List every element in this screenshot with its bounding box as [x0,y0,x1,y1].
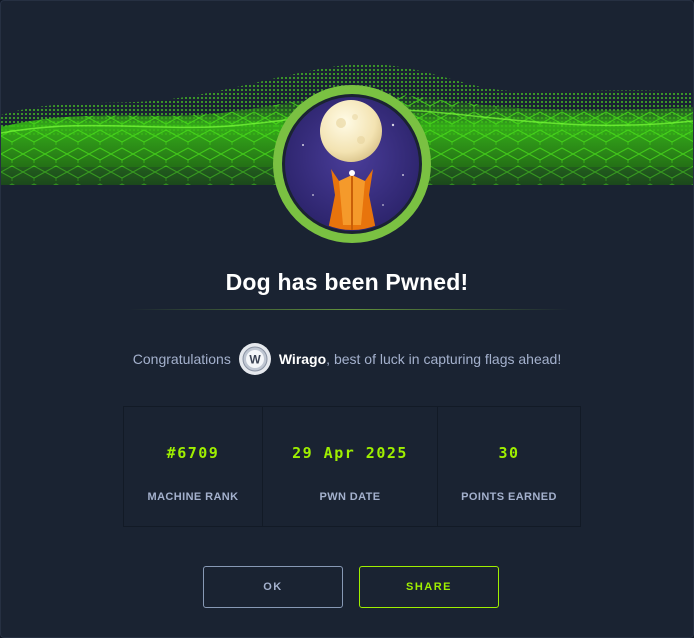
username[interactable]: Wirago [279,351,326,367]
stats-panel: #6709 MACHINE RANK 29 Apr 2025 PWN DATE … [123,406,581,527]
stat-value: 30 [498,444,520,462]
machine-badge-icon [273,85,431,243]
congrats-suffix: , best of luck in capturing flags ahead! [326,351,562,367]
pwned-modal: Dog has been Pwned! Congratulations W Wi… [0,0,694,638]
stat-points-earned: 30 POINTS EARNED [438,407,580,526]
page-title: Dog has been Pwned! [225,269,469,295]
ok-button[interactable]: OK [203,566,343,608]
stat-value: 29 Apr 2025 [292,444,408,462]
stat-pwn-date: 29 Apr 2025 PWN DATE [263,407,438,526]
congrats-prefix: Congratulations [132,351,231,367]
stat-label: POINTS EARNED [461,491,557,503]
title-divider [129,309,569,310]
stat-machine-rank: #6709 MACHINE RANK [124,407,263,526]
avatar-letter: W [249,353,261,367]
stat-value: #6709 [166,444,220,462]
stat-label: MACHINE RANK [147,491,239,503]
stat-label: PWN DATE [319,491,381,503]
share-button[interactable]: SHARE [359,566,499,608]
user-avatar-icon: W [238,343,271,375]
congratulations-message: Congratulations W Wirago, best of luck i… [1,343,693,375]
